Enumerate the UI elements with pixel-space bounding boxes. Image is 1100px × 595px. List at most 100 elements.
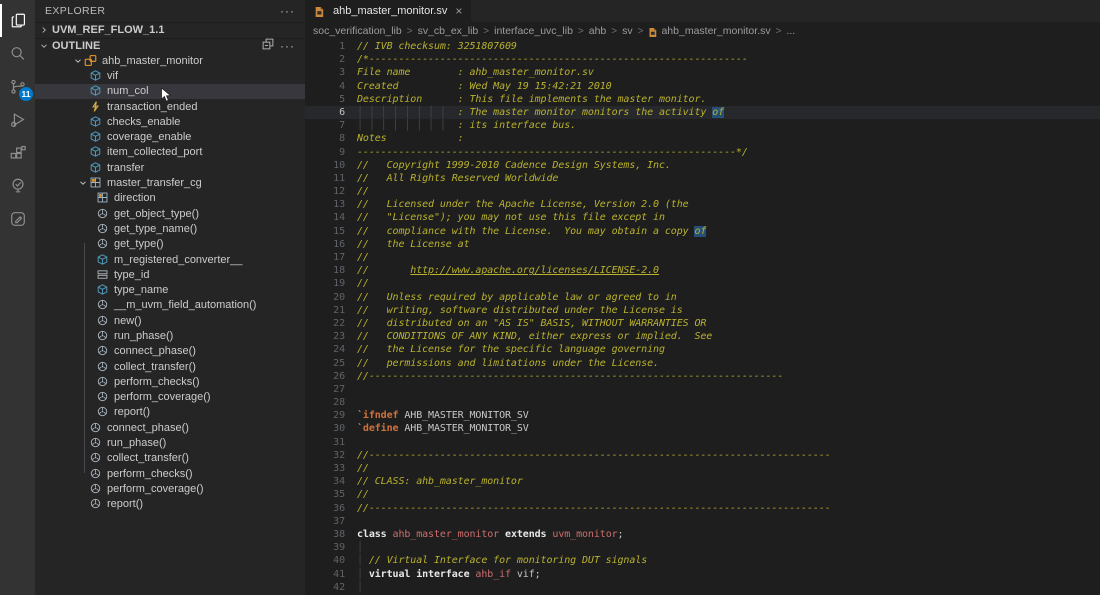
source-control-icon[interactable]: 11 — [0, 70, 35, 103]
code-line[interactable]: 4Created : Wed May 19 15:42:21 2010 — [305, 80, 1100, 93]
outline-more-actions-icon[interactable]: ··· — [280, 42, 295, 50]
code-line[interactable]: 12// — [305, 185, 1100, 198]
code-line[interactable]: 9---------------------------------------… — [305, 146, 1100, 159]
extensions-icon[interactable] — [0, 136, 35, 169]
code-line[interactable]: 24// the License for the specific langua… — [305, 343, 1100, 356]
breadcrumb-item[interactable]: soc_verification_lib — [313, 25, 402, 37]
outline-item-new[interactable]: new() — [35, 313, 305, 328]
code-line[interactable]: 22// distributed on an "AS IS" BASIS, WI… — [305, 317, 1100, 330]
code-area[interactable]: 1// IVB checksum: 32518076092/*---------… — [305, 40, 1100, 595]
outline-item-get_type_name[interactable]: get_type_name() — [35, 221, 305, 236]
outline-item-perform_checks[interactable]: perform_checks() — [35, 374, 305, 389]
sidebar-more-actions-icon[interactable]: ··· — [280, 7, 295, 15]
outline-item-report[interactable]: report() — [35, 497, 305, 512]
code-line[interactable]: 32//------------------------------------… — [305, 449, 1100, 462]
outline-item-type_name[interactable]: type_name — [35, 282, 305, 297]
close-icon[interactable]: × — [455, 6, 462, 16]
code-line[interactable]: 28 — [305, 396, 1100, 409]
code-line[interactable]: 3File name : ahb_master_monitor.sv — [305, 66, 1100, 79]
code-line[interactable]: 41│ virtual interface ahb_if vif; — [305, 568, 1100, 581]
outline-item-ahb_master_monitor[interactable]: ahb_master_monitor — [35, 53, 305, 68]
code-line[interactable]: 36//------------------------------------… — [305, 502, 1100, 515]
code-line[interactable]: 31 — [305, 436, 1100, 449]
chevron-down-icon[interactable] — [38, 40, 50, 52]
outline-item-connect_phase[interactable]: connect_phase() — [35, 420, 305, 435]
files-icon[interactable] — [0, 4, 35, 37]
code-line[interactable]: 35// — [305, 488, 1100, 501]
outline-item-collect_transfer[interactable]: collect_transfer() — [35, 451, 305, 466]
breadcrumb-item[interactable]: ... — [786, 25, 795, 37]
outline-item-connect_phase[interactable]: connect_phase() — [35, 344, 305, 359]
code-line[interactable]: 17// — [305, 251, 1100, 264]
outline-item-report[interactable]: report() — [35, 405, 305, 420]
outline-item-direction[interactable]: direction — [35, 191, 305, 206]
run-debug-icon[interactable] — [0, 103, 35, 136]
code-line[interactable]: 40│ // Virtual Interface for monitoring … — [305, 554, 1100, 567]
code-line[interactable]: 25// permissions and limitations under t… — [305, 357, 1100, 370]
code-line[interactable]: 33// — [305, 462, 1100, 475]
code-line[interactable]: 2/*-------------------------------------… — [305, 53, 1100, 66]
outline-item-num_col[interactable]: num_col — [35, 84, 305, 99]
code-line[interactable]: 11// All Rights Reserved Worldwide — [305, 172, 1100, 185]
code-line[interactable]: 16// the License at — [305, 238, 1100, 251]
code-line[interactable]: 7│ │ │ │ │ │ │ │ : its interface bus. — [305, 119, 1100, 132]
outline-item-get_type[interactable]: get_type() — [35, 237, 305, 252]
outline-item-transfer[interactable]: transfer — [35, 160, 305, 175]
breadcrumb-item[interactable]: ahb_master_monitor.sv — [661, 25, 770, 37]
breadcrumb-item[interactable]: ahb — [589, 25, 607, 37]
outline-item-run_phase[interactable]: run_phase() — [35, 328, 305, 343]
chevron-down-icon[interactable] — [77, 177, 89, 189]
code-line[interactable]: 10// Copyright 1999-2010 Cadence Design … — [305, 159, 1100, 172]
code-line[interactable]: 19// — [305, 277, 1100, 290]
outline-item-coverage_enable[interactable]: coverage_enable — [35, 129, 305, 144]
line-number: 29 — [305, 409, 345, 422]
outline-item-perform_checks[interactable]: perform_checks() — [35, 466, 305, 481]
code-line[interactable]: 23// CONDITIONS OF ANY KIND, either expr… — [305, 330, 1100, 343]
code-line[interactable]: 37 — [305, 515, 1100, 528]
code-line[interactable]: 29`ifndef AHB_MASTER_MONITOR_SV — [305, 409, 1100, 422]
code-line[interactable]: 15// compliance with the License. You ma… — [305, 225, 1100, 238]
outline-item-label: get_type() — [114, 238, 164, 250]
outline-item-vif[interactable]: vif — [35, 68, 305, 83]
code-line[interactable]: 5Description : This file implements the … — [305, 93, 1100, 106]
breadcrumb-item[interactable]: sv_cb_ex_lib — [418, 25, 479, 37]
code-line[interactable]: 20// Unless required by applicable law o… — [305, 291, 1100, 304]
outline-item-item_collected_port[interactable]: item_collected_port — [35, 145, 305, 160]
outline-item-type_id[interactable]: type_id — [35, 267, 305, 282]
code-line[interactable]: 30`define AHB_MASTER_MONITOR_SV — [305, 422, 1100, 435]
outline-item-m_registered_converter__[interactable]: m_registered_converter__ — [35, 252, 305, 267]
verified-icon[interactable] — [0, 169, 35, 202]
outline-item-transaction_ended[interactable]: transaction_ended — [35, 99, 305, 114]
search-icon[interactable] — [0, 37, 35, 70]
chevron-down-icon[interactable] — [72, 55, 84, 67]
code-line[interactable]: 8Notes : — [305, 132, 1100, 145]
outline-item-master_transfer_cg[interactable]: master_transfer_cg — [35, 175, 305, 190]
code-line[interactable]: 21// writing, software distributed under… — [305, 304, 1100, 317]
pencil-icon[interactable] — [0, 202, 35, 235]
code-line[interactable]: 26//------------------------------------… — [305, 370, 1100, 383]
code-line[interactable]: 6│ │ │ │ │ │ │ │ : The master monitor mo… — [305, 106, 1100, 119]
code-line[interactable]: 13// Licensed under the Apache License, … — [305, 198, 1100, 211]
code-line[interactable]: 1// IVB checksum: 3251807609 — [305, 40, 1100, 53]
tab-ahb-master-monitor[interactable]: ahb_master_monitor.sv × — [305, 0, 471, 22]
code-line[interactable]: 34// CLASS: ahb_master_monitor — [305, 475, 1100, 488]
outline-item-checks_enable[interactable]: checks_enable — [35, 114, 305, 129]
chevron-right-icon[interactable] — [38, 24, 50, 36]
section-outline[interactable]: OUTLINE ··· — [35, 38, 305, 54]
outline-item-__m_uvm_field_automation[interactable]: __m_uvm_field_automation() — [35, 298, 305, 313]
breadcrumb-item[interactable]: interface_uvc_lib — [494, 25, 573, 37]
outline-item-collect_transfer[interactable]: collect_transfer() — [35, 359, 305, 374]
code-line[interactable]: 18// http://www.apache.org/licenses/LICE… — [305, 264, 1100, 277]
code-line[interactable]: 39│ — [305, 541, 1100, 554]
code-line[interactable]: 14// "License"); you may not use this fi… — [305, 211, 1100, 224]
outline-item-perform_coverage[interactable]: perform_coverage() — [35, 390, 305, 405]
line-number: 4 — [305, 80, 345, 93]
code-line[interactable]: 38class ahb_master_monitor extends uvm_m… — [305, 528, 1100, 541]
code-line[interactable]: 42│ — [305, 581, 1100, 594]
outline-item-run_phase[interactable]: run_phase() — [35, 435, 305, 450]
code-line[interactable]: 27 — [305, 383, 1100, 396]
section-uvm-ref-flow[interactable]: UVM_REF_FLOW_1.1 — [35, 22, 305, 38]
outline-item-perform_coverage[interactable]: perform_coverage() — [35, 481, 305, 496]
outline-item-get_object_type[interactable]: get_object_type() — [35, 206, 305, 221]
breadcrumb-item[interactable]: sv — [622, 25, 633, 37]
